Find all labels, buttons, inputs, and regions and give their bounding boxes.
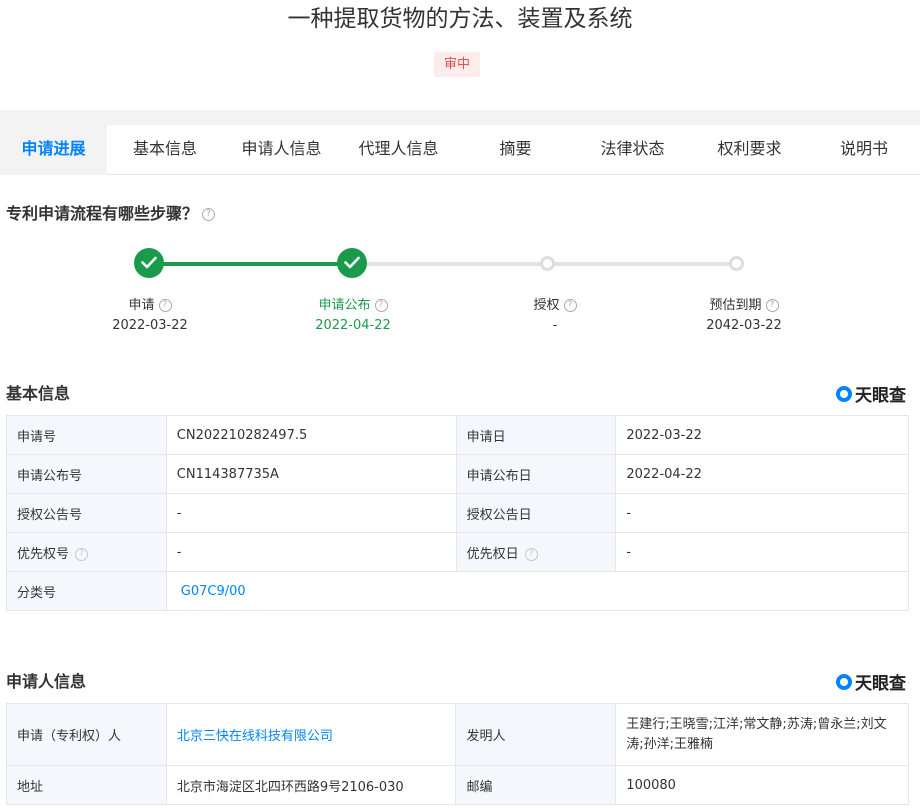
applicant-info-table: 申请（专利权）人 北京三快在线科技有限公司 发明人 王建行;王晓雪;江洋;常文静… [6, 703, 909, 805]
brand-logo[interactable]: 天眼查 [836, 381, 906, 406]
holder-link[interactable]: 北京三快在线科技有限公司 [177, 729, 333, 744]
table-row: 申请公布号 CN114387735A 申请公布日 2022-04-22 [6, 454, 909, 494]
status-badge: 审中 [434, 52, 480, 77]
classification-cell: G07C9/00 [165, 571, 910, 611]
brand-logo-icon [836, 385, 852, 402]
tab-description[interactable]: 说明书 [808, 125, 920, 175]
table-row: 优先权号? - 优先权日? - [6, 532, 909, 572]
postcode: 100080 [615, 765, 909, 805]
step-date: - [552, 318, 558, 333]
tab-agent-info[interactable]: 代理人信息 [340, 125, 457, 175]
step-pending-node [729, 256, 744, 271]
classification-link[interactable]: G07C9/00 [181, 584, 246, 599]
publication-date: 2022-04-22 [615, 454, 909, 494]
step-pending-node [540, 256, 555, 271]
tab-basic-info[interactable]: 基本信息 [107, 125, 223, 175]
divider-band [0, 110, 920, 125]
step-label: 申请公布? [283, 294, 423, 313]
tab-legal-status[interactable]: 法律状态 [574, 125, 691, 175]
step-label: 申请? [80, 294, 220, 313]
help-icon[interactable]: ? [158, 299, 172, 312]
help-icon[interactable]: ? [202, 208, 216, 221]
step-label: 预估到期? [674, 294, 814, 313]
help-icon[interactable]: ? [374, 299, 388, 312]
inventors: 王建行;王晓雪;江洋;常文静;苏涛;曾永兰;刘文涛;孙洋;王雅楠 [615, 703, 909, 766]
field-label: 申请日 [455, 415, 617, 455]
step-label: 授权? [485, 294, 625, 313]
brand-logo-text: 天眼查 [855, 674, 906, 694]
process-heading-text: 专利申请流程有哪些步骤？ [6, 204, 199, 223]
step-date: 2022-03-22 [112, 318, 188, 333]
help-icon[interactable]: ? [563, 299, 577, 312]
field-label-text: 优先权日 [466, 546, 519, 562]
step-done-node [337, 248, 367, 278]
step-date: 2042-03-22 [706, 318, 782, 333]
field-label: 申请公布日 [455, 454, 617, 494]
tab-bar: 申请进展 基本信息 申请人信息 代理人信息 摘要 法律状态 权利要求 说明书 [0, 125, 920, 175]
tab-claims[interactable]: 权利要求 [691, 125, 808, 175]
brand-logo-icon [836, 673, 852, 690]
progress-steps: 申请? 2022-03-22 申请公布? 2022-04-22 授权? - 预估… [0, 248, 920, 348]
applicant-info-heading: 申请人信息 [6, 672, 87, 691]
priority-date: - [615, 532, 909, 572]
table-row: 申请（专利权）人 北京三快在线科技有限公司 发明人 王建行;王晓雪;江洋;常文静… [6, 703, 909, 766]
table-row: 授权公告号 - 授权公告日 - [6, 493, 909, 533]
page-title: 一种提取货物的方法、装置及系统 [287, 6, 633, 32]
tab-abstract[interactable]: 摘要 [457, 125, 574, 175]
step-label-text: 授权 [533, 298, 560, 313]
tab-applicant-info[interactable]: 申请人信息 [223, 125, 340, 175]
step-date: 2022-04-22 [315, 318, 391, 333]
grant-date: - [615, 493, 909, 533]
help-icon[interactable]: ? [765, 299, 779, 312]
field-label: 地址 [6, 765, 167, 805]
table-row: 地址 北京市海淀区北四环西路9号2106-030 邮编 100080 [6, 765, 909, 805]
check-icon [141, 256, 157, 269]
table-row: 申请号 CN202210282497.5 申请日 2022-03-22 [6, 415, 909, 455]
field-label-text: 优先权号 [17, 546, 70, 562]
field-label: 优先权号? [6, 532, 167, 572]
field-label: 发明人 [455, 703, 617, 766]
table-row: 分类号 G07C9/00 [6, 571, 910, 611]
step-done-node [134, 248, 164, 278]
field-label: 优先权日? [455, 532, 617, 572]
help-icon[interactable]: ? [75, 547, 89, 561]
tab-progress[interactable]: 申请进展 [0, 125, 107, 175]
basic-info-heading: 基本信息 [6, 384, 71, 403]
process-heading: 专利申请流程有哪些步骤？? [6, 200, 216, 224]
progress-line-done [162, 262, 338, 266]
field-label: 申请公布号 [6, 454, 167, 494]
field-label: 申请号 [6, 415, 167, 455]
step-label-text: 申请 [128, 298, 155, 313]
step-label-text: 申请公布 [318, 298, 371, 313]
application-date: 2022-03-22 [615, 415, 909, 455]
basic-info-table: 申请号 CN202210282497.5 申请日 2022-03-22 申请公布… [6, 415, 910, 611]
field-label: 授权公告日 [455, 493, 617, 533]
step-label-text: 预估到期 [709, 298, 762, 313]
brand-logo[interactable]: 天眼查 [836, 669, 906, 694]
publication-number: CN114387735A [165, 454, 457, 494]
holder-cell: 北京三快在线科技有限公司 [165, 703, 457, 766]
check-icon [344, 256, 360, 269]
address: 北京市海淀区北四环西路9号2106-030 [165, 765, 457, 805]
brand-logo-text: 天眼查 [855, 386, 906, 406]
application-number: CN202210282497.5 [165, 415, 457, 455]
field-label: 邮编 [455, 765, 617, 805]
grant-number: - [165, 493, 457, 533]
field-label: 授权公告号 [6, 493, 167, 533]
field-label: 申请（专利权）人 [6, 703, 167, 766]
help-icon[interactable]: ? [524, 547, 538, 561]
field-label: 分类号 [6, 571, 167, 611]
priority-number: - [165, 532, 457, 572]
